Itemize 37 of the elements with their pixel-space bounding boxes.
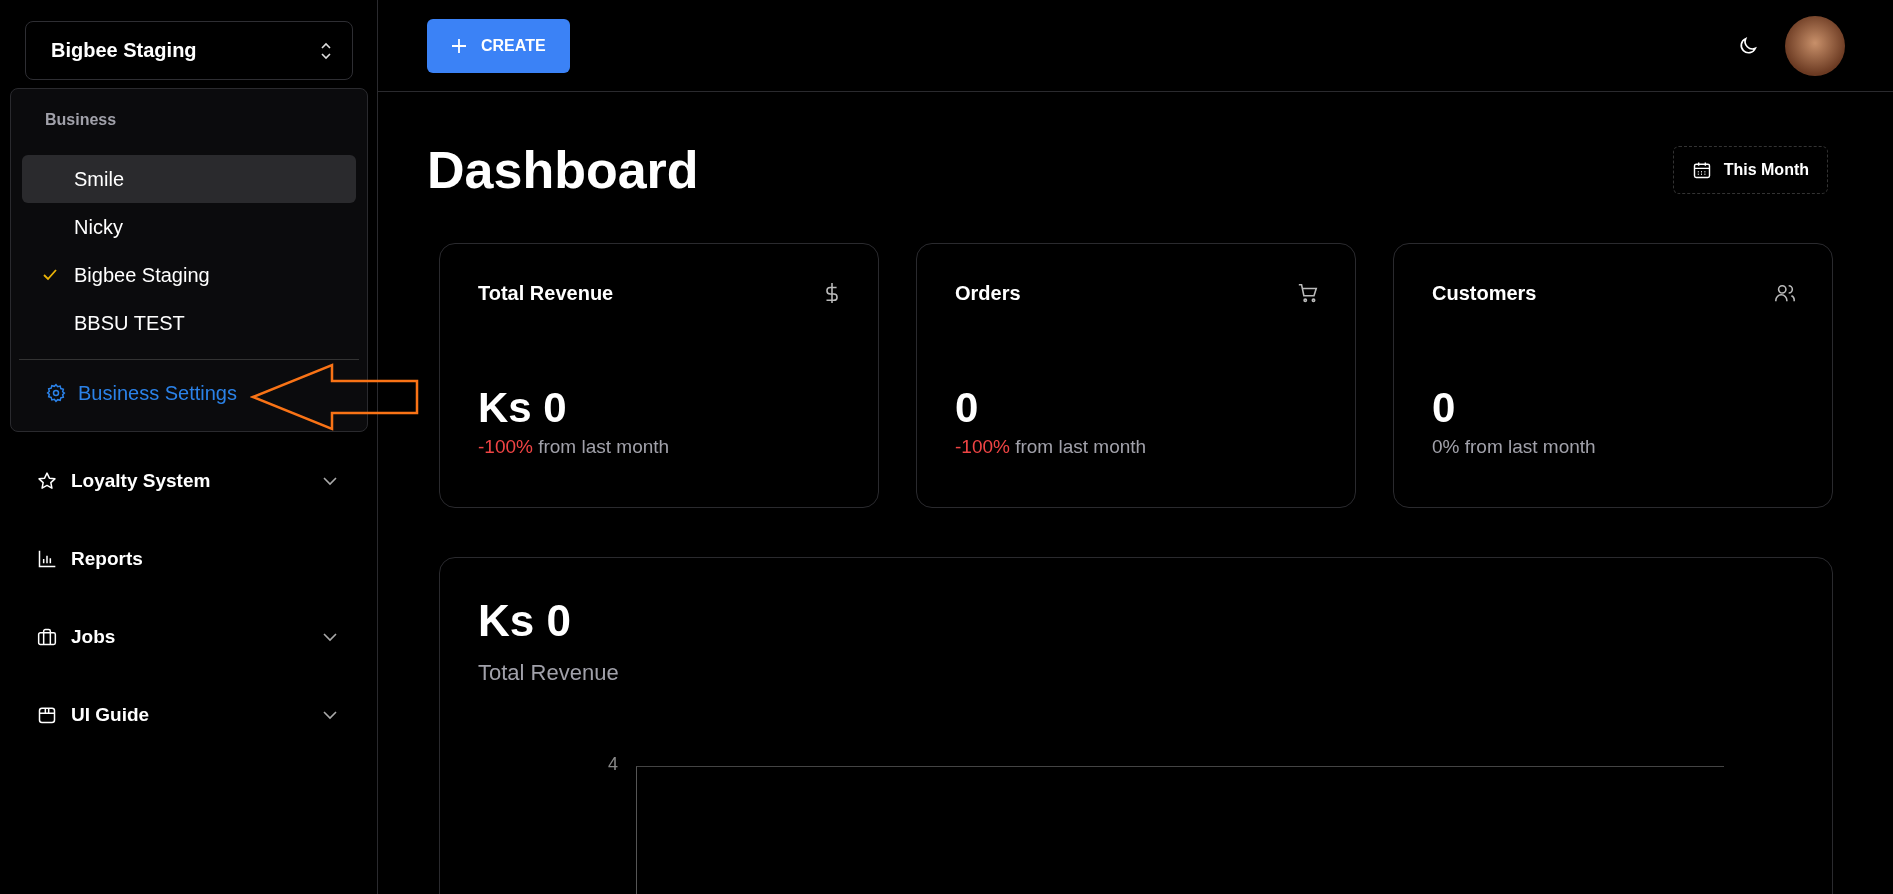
change-text: -100% from last month: [955, 436, 1148, 458]
create-button[interactable]: CREATE: [427, 18, 570, 73]
page-title: Dashboard: [427, 140, 699, 200]
sidebar-item[interactable]: Jobs: [25, 598, 353, 676]
settings-link[interactable]: Business Settings: [22, 360, 356, 426]
menu-heading: Business: [44, 111, 118, 130]
briefcase-icon: [37, 627, 57, 647]
menu-item[interactable]: Smile: [22, 155, 356, 203]
sidebar-item[interactable]: Reports: [25, 520, 353, 598]
star-icon: [37, 471, 57, 491]
moon-icon[interactable]: [1737, 34, 1759, 57]
change-text: -100% from last month: [478, 436, 671, 458]
axis-tick-label: 4: [608, 754, 619, 776]
revenue-label: Total Revenue: [478, 660, 620, 686]
stat-value: Ks 0: [478, 384, 568, 432]
box-icon: [37, 705, 57, 725]
calendar-icon: [1691, 160, 1712, 180]
change-text: 0% from last month: [1432, 436, 1597, 458]
business-switcher[interactable]: Bigbee Staging: [25, 21, 353, 80]
sidebar-item[interactable]: UI Guide: [25, 676, 353, 754]
cart-icon: [1297, 282, 1319, 304]
stat-value: 0: [1432, 384, 1457, 432]
revenue-value: Ks 0: [478, 596, 572, 646]
chevron-updown-icon: [320, 41, 332, 60]
users-icon: [1774, 282, 1796, 304]
settings-icon: [46, 383, 66, 403]
stat-value: 0: [955, 384, 980, 432]
sidebar-item[interactable]: Loyalty System: [25, 442, 353, 520]
bar-chart-icon: [37, 549, 57, 569]
card-title: Orders: [955, 282, 1021, 305]
menu-item[interactable]: BBSU TEST: [22, 299, 356, 347]
menu-item[interactable]: Bigbee Staging: [22, 251, 356, 299]
plus-icon: [451, 37, 467, 54]
date-range-button[interactable]: This Month: [1672, 146, 1828, 194]
card-title: Customers: [1432, 282, 1537, 305]
card-title: Total Revenue: [478, 282, 614, 305]
menu-item[interactable]: Nicky: [22, 203, 356, 251]
